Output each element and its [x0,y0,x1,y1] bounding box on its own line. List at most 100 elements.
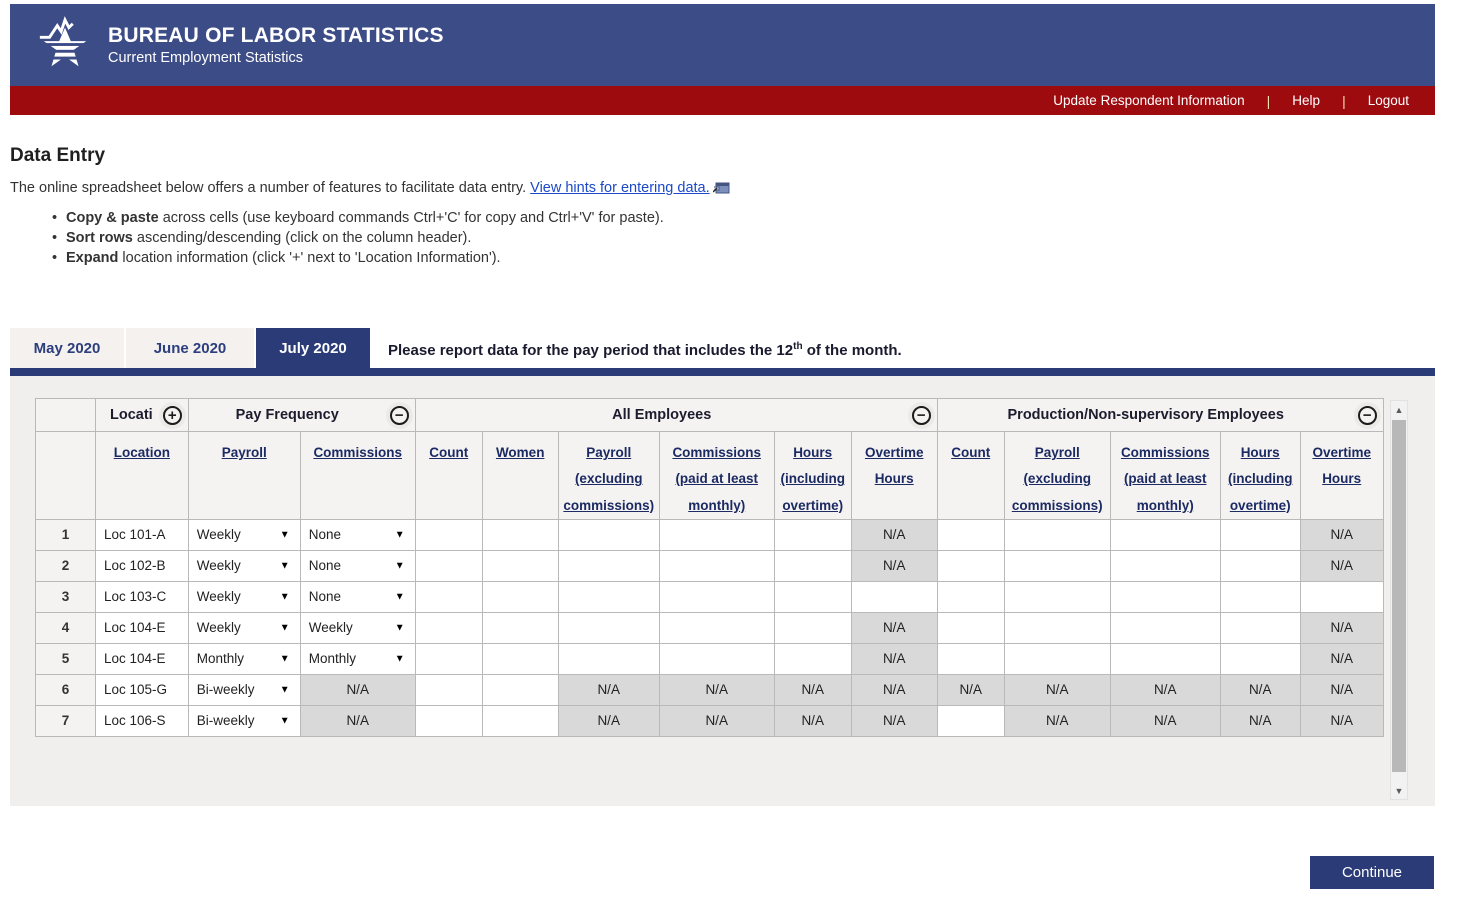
ae-cell-input[interactable] [557,549,660,582]
pn-cell-input[interactable] [1003,642,1111,675]
pn-cell-input[interactable] [1109,580,1221,613]
sort-women[interactable]: Women [483,440,557,466]
table-row: 2 Loc 102-B Weekly ▼ None ▼ N/A N/A [35,549,1384,582]
pn-cell-input[interactable] [1109,549,1221,582]
ae-cell-input[interactable] [557,580,660,613]
group-pay-frequency: Pay Frequency − [187,398,416,432]
pn-cell-input[interactable] [1109,642,1221,675]
pn-cell-input[interactable] [936,642,1005,675]
nav-update-respondent-information[interactable]: Update Respondent Information [1053,93,1244,108]
pn-cell-input[interactable] [936,704,1005,737]
commissions-frequency-select[interactable]: Weekly ▼ [299,611,416,644]
commissions-frequency-select[interactable]: None ▼ [299,549,416,582]
expand-icon[interactable]: + [162,405,182,425]
pn-cell-input[interactable] [1219,580,1301,613]
pn-cell-input[interactable] [1219,549,1301,582]
ae-cell-input[interactable] [414,580,483,613]
collapse-icon[interactable]: − [911,405,931,425]
location-cell: Loc 102-B [95,549,189,582]
tab-june-2020[interactable]: June 2020 [126,328,254,368]
pn-cell-input[interactable] [1109,518,1221,551]
payroll-frequency-select[interactable]: Bi-weekly ▼ [187,673,301,706]
scroll-up-icon[interactable]: ▲ [1391,401,1407,418]
sort-payroll[interactable]: Payroll [189,440,299,466]
sort-ae-hours[interactable]: Hours (including overtime) [775,440,850,518]
sort-ae-commissions[interactable]: Commissions (paid at least monthly) [660,440,773,518]
ae-cell-input[interactable] [481,704,559,737]
pn-cell-input[interactable] [1003,518,1111,551]
scrollbar-thumb[interactable] [1392,420,1406,772]
commissions-frequency-select-na: N/A [299,704,416,737]
ae-cell-input[interactable] [481,611,559,644]
ae-cell-input[interactable] [481,549,559,582]
pn-cell-input[interactable] [1003,580,1111,613]
payroll-frequency-select[interactable]: Weekly ▼ [187,580,301,613]
ae-cell-input[interactable] [414,642,483,675]
sort-pn-hours[interactable]: Hours (including overtime) [1221,440,1299,518]
ae-cell-input[interactable] [773,580,852,613]
pn-cell-input[interactable] [936,549,1005,582]
collapse-icon[interactable]: − [1357,405,1377,425]
pn-cell-input[interactable] [1219,642,1301,675]
ae-cell-input[interactable] [773,611,852,644]
collapse-icon[interactable]: − [389,405,409,425]
ae-cell-input[interactable] [773,518,852,551]
sort-commissions[interactable]: Commissions [301,440,414,466]
pn-cell-input[interactable] [1109,611,1221,644]
ae-cell-input[interactable] [481,518,559,551]
ae-cell-input[interactable] [773,549,852,582]
payroll-frequency-select[interactable]: Weekly ▼ [187,611,301,644]
ae-cell-input[interactable] [773,642,852,675]
ae-cell-input[interactable] [481,642,559,675]
sort-location[interactable]: Location [96,440,187,466]
view-hints-link[interactable]: View hints for entering data. [530,180,709,196]
sort-pn-commissions[interactable]: Commissions (paid at least monthly) [1111,440,1219,518]
ae-cell-input[interactable] [414,704,483,737]
sort-ae-overtime[interactable]: Overtime Hours [852,440,936,493]
ae-cell-input[interactable] [658,518,775,551]
scroll-down-icon[interactable]: ▼ [1391,782,1407,799]
tab-underline-bar [10,368,1435,376]
tab-july-2020[interactable]: July 2020 [256,328,370,368]
ae-cell-input[interactable] [414,673,483,706]
payroll-frequency-select[interactable]: Weekly ▼ [187,518,301,551]
payroll-frequency-select[interactable]: Monthly ▼ [187,642,301,675]
commissions-frequency-select[interactable]: Monthly ▼ [299,642,416,675]
ae-cell-input[interactable] [557,611,660,644]
continue-button[interactable]: Continue [1310,856,1434,889]
pn-cell-input[interactable] [936,611,1005,644]
sort-pn-count[interactable]: Count [938,440,1003,466]
ae-cell-input[interactable] [658,611,775,644]
vertical-scrollbar[interactable]: ▲ ▼ [1390,400,1408,800]
sort-count[interactable]: Count [416,440,481,466]
ae-cell-input[interactable] [557,642,660,675]
ae-cell-input[interactable] [557,518,660,551]
payroll-frequency-select[interactable]: Bi-weekly ▼ [187,704,301,737]
ae-cell-input[interactable] [414,611,483,644]
ae-cell-input[interactable] [658,642,775,675]
ae-cell-input[interactable] [850,580,938,613]
sort-pn-overtime[interactable]: Overtime Hours [1301,440,1382,493]
nav-help[interactable]: Help [1292,93,1320,108]
sort-ae-payroll[interactable]: Payroll (excluding commissions) [559,440,658,518]
ae-cell-input[interactable] [658,580,775,613]
ae-cell-input[interactable] [414,549,483,582]
pn-cell-input[interactable] [936,518,1005,551]
pn-cell-input[interactable] [1219,611,1301,644]
ae-cell-input[interactable] [481,580,559,613]
ae-cell-input[interactable] [658,549,775,582]
sort-pn-payroll[interactable]: Payroll (excluding commissions) [1005,440,1109,518]
commissions-frequency-select[interactable]: None ▼ [299,518,416,551]
pn-cell-input[interactable] [1003,611,1111,644]
payroll-frequency-select[interactable]: Weekly ▼ [187,549,301,582]
pn-cell-input[interactable] [1219,518,1301,551]
ae-cell-input[interactable] [481,673,559,706]
pn-cell-na: N/A [1219,704,1301,737]
pn-cell-input[interactable] [1003,549,1111,582]
tab-may-2020[interactable]: May 2020 [10,328,124,368]
commissions-frequency-select[interactable]: None ▼ [299,580,416,613]
nav-logout[interactable]: Logout [1368,93,1409,108]
pn-cell-input[interactable] [936,580,1005,613]
pn-cell-input[interactable] [1299,580,1384,613]
ae-cell-input[interactable] [414,518,483,551]
